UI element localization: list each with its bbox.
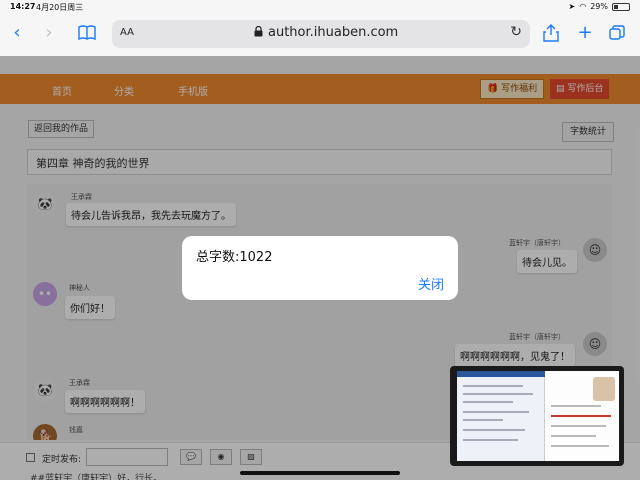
share-icon[interactable] xyxy=(540,22,562,44)
status-time: 14:27 xyxy=(10,2,36,11)
battery-icon xyxy=(612,2,630,11)
status-indicators: ➤ ◠ 29% xyxy=(569,2,630,11)
pip-doc-line xyxy=(551,405,601,407)
pip-doc-line xyxy=(463,393,533,395)
reader-button[interactable]: AA xyxy=(120,27,134,38)
location-icon: ➤ xyxy=(568,2,576,11)
pip-doc-line xyxy=(463,439,518,441)
reload-icon[interactable]: ↻ xyxy=(510,24,522,40)
pip-doc-line xyxy=(463,429,525,431)
pip-doc-line xyxy=(463,401,513,403)
home-indicator[interactable] xyxy=(240,471,400,475)
pip-document-thumbnail xyxy=(457,371,545,461)
safari-toolbar: ‹ › AA author.ihuaben.com ↻ + xyxy=(0,14,640,56)
new-tab-icon[interactable]: + xyxy=(574,22,596,44)
pip-doc-line xyxy=(463,411,529,413)
tabs-icon[interactable] xyxy=(606,22,628,44)
pip-doc-line xyxy=(551,415,611,417)
pip-doc-line xyxy=(463,419,503,421)
pip-doc-line xyxy=(551,425,606,427)
bookmarks-icon[interactable] xyxy=(76,22,98,44)
pip-doc-line xyxy=(551,445,609,447)
url-text: author.ihuaben.com xyxy=(268,25,399,40)
address-bar[interactable]: AA author.ihuaben.com ↻ xyxy=(112,20,530,48)
pip-screen xyxy=(457,371,619,461)
battery-percent: 29% xyxy=(590,2,608,11)
dialog-close-button[interactable]: 关闭 xyxy=(418,274,444,293)
pip-doc-toolbar xyxy=(457,371,545,377)
battery-fill xyxy=(614,4,618,9)
pip-webcam xyxy=(593,377,615,401)
back-icon[interactable]: ‹ xyxy=(6,22,28,44)
word-count-dialog: 总字数:1022 关闭 xyxy=(182,236,458,300)
dialog-message: 总字数:1022 xyxy=(196,250,273,265)
forward-icon[interactable]: › xyxy=(38,22,60,44)
lock-icon xyxy=(254,25,263,40)
pip-doc-line xyxy=(551,435,596,437)
status-date: 4月20日周三 xyxy=(36,3,84,12)
pip-doc-line xyxy=(463,385,523,387)
status-bar: 14:27 4月20日周三 ➤ ◠ 29% xyxy=(0,0,640,14)
wifi-icon: ◠ xyxy=(579,2,587,11)
pip-video[interactable] xyxy=(450,366,624,466)
